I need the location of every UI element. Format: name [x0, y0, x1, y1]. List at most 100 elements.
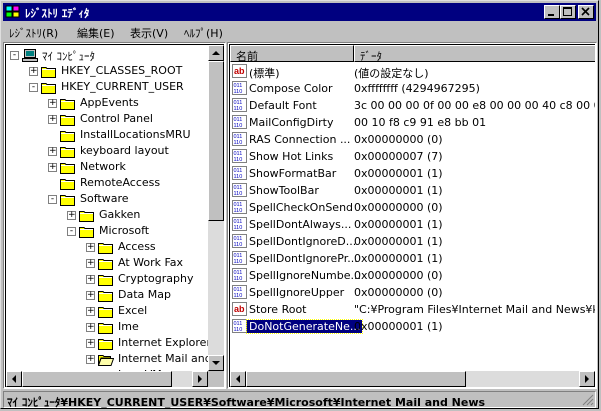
- expand-icon[interactable]: +: [86, 355, 95, 364]
- value-row[interactable]: ab Store Root "C:¥Program Files¥Internet M…: [230, 301, 595, 318]
- tree-node-label: HKEY_CLASSES_ROOT: [61, 64, 183, 77]
- expand-icon[interactable]: +: [86, 243, 95, 252]
- menu-registry[interactable]: ﾚｼﾞｽﾄﾘ(R): [9, 25, 58, 41]
- value-data: 0x00000001 (1): [354, 184, 443, 197]
- maximize-button[interactable]: [560, 5, 576, 19]
- binary-value-icon: 011 110: [232, 285, 247, 299]
- value-name: SpellCheckOnSend: [249, 201, 354, 214]
- tree-horizontal-scrollbar[interactable]: [6, 371, 208, 387]
- value-row[interactable]: 011 110 Show Hot Links 0x00000007 (7): [230, 148, 595, 165]
- folder-icon: [98, 257, 114, 270]
- value-row[interactable]: 011 110 SpellDontIgnoreD... 0x00000001 (1): [230, 233, 595, 250]
- expand-icon[interactable]: +: [86, 339, 95, 348]
- binary-value-icon: 011 110: [232, 132, 247, 146]
- expand-icon[interactable]: +: [86, 291, 95, 300]
- folder-icon: [60, 113, 76, 126]
- menu-view[interactable]: 表示(V): [130, 25, 168, 41]
- value-row[interactable]: 011 110 ShowFormatBar 0x00000001 (1): [230, 165, 595, 182]
- resize-grip-icon[interactable]: [582, 394, 594, 406]
- list-horizontal-scrollbar[interactable]: [230, 371, 595, 387]
- minimize-button[interactable]: [544, 5, 560, 19]
- tree-hscroll-thumb[interactable]: [22, 371, 172, 387]
- tree-vertical-scrollbar[interactable]: [208, 45, 224, 371]
- expand-icon[interactable]: +: [86, 323, 95, 332]
- key-tree-pane[interactable]: - ﾏｲ ｺﾝﾋﾟｭｰﾀ + HKEY_CLASSES_ROOT - HKEY_CURRE…: [3, 42, 226, 389]
- svg-text:110: 110: [234, 276, 243, 282]
- svg-text:ab: ab: [234, 304, 245, 314]
- tree-scroll-left-button[interactable]: [6, 371, 22, 387]
- column-header-name[interactable]: 名前: [230, 45, 354, 63]
- binary-value-icon: 011 110: [232, 217, 247, 231]
- value-data: 0xffffffff (4294967295): [354, 82, 480, 95]
- expand-icon[interactable]: +: [86, 275, 95, 284]
- svg-text:110: 110: [234, 208, 243, 214]
- tree-node-label: Microsoft: [99, 224, 150, 237]
- value-row[interactable]: 011 110 Default Font 3c 00 00 00 0f 00 00 e…: [230, 97, 595, 114]
- expand-icon[interactable]: +: [29, 67, 38, 76]
- value-data: 0x00000001 (1): [354, 167, 443, 180]
- tree-node-label: ﾏｲ ｺﾝﾋﾟｭｰﾀ: [42, 50, 95, 63]
- window-title: ﾚｼﾞｽﾄﾘ ｴﾃﾞｨﾀ: [25, 7, 90, 20]
- collapse-icon[interactable]: -: [48, 195, 57, 204]
- value-row[interactable]: ab (標準) (値の設定なし): [230, 63, 595, 80]
- expand-icon[interactable]: +: [48, 115, 57, 124]
- svg-text:110: 110: [234, 259, 243, 265]
- value-name: DoNotGenerateNe...: [245, 319, 364, 334]
- value-data: 0x00000000 (0): [354, 133, 443, 146]
- tree-scroll-right-button[interactable]: [192, 371, 208, 387]
- expand-icon[interactable]: +: [48, 99, 57, 108]
- title-bar[interactable]: ﾚｼﾞｽﾄﾘ ｴﾃﾞｨﾀ: [3, 3, 596, 21]
- folder-icon: [98, 289, 114, 302]
- value-row[interactable]: 011 110 ShowToolBar 0x00000001 (1): [230, 182, 595, 199]
- svg-text:110: 110: [234, 140, 243, 146]
- expand-icon[interactable]: +: [48, 163, 57, 172]
- tree-node-label: Internet Explorer: [118, 336, 211, 349]
- string-value-icon: ab: [232, 64, 247, 78]
- close-button[interactable]: [578, 5, 594, 19]
- tree-scroll-down-button[interactable]: [208, 355, 224, 371]
- menu-edit[interactable]: 編集(E): [77, 25, 115, 41]
- value-row[interactable]: 011 110 RAS Connection ... 0x00000000 (0): [230, 131, 595, 148]
- column-header-data[interactable]: ﾃﾞｰﾀ: [354, 45, 595, 63]
- tree-node-label: Data Map: [118, 288, 171, 301]
- tree-scroll-up-button[interactable]: [208, 45, 224, 61]
- value-data: 3c 00 00 00 0f 00 00 e8 00 00 00 40 c8 0…: [354, 99, 595, 112]
- collapse-icon[interactable]: -: [67, 227, 76, 236]
- value-row[interactable]: 011 110 SpellCheckOnSend 0x00000000 (0): [230, 199, 595, 216]
- value-list-pane[interactable]: 名前 ﾃﾞｰﾀ ab (標準) (値の設定なし) 011 110 Compose Colo…: [227, 42, 597, 389]
- menu-help[interactable]: ﾍﾙﾌﾟ(H): [184, 25, 223, 41]
- value-row[interactable]: 011 110 DoNotGenerateNe... 0x00000001 (1): [230, 318, 595, 335]
- value-data: 00 10 f8 c9 91 e8 bb 01: [354, 116, 487, 129]
- value-row[interactable]: 011 110 SpellDontIgnorePr... 0x00000001 (1): [230, 250, 595, 267]
- collapse-icon[interactable]: -: [10, 51, 19, 60]
- arrow-right-icon: [198, 375, 202, 383]
- expand-icon[interactable]: +: [86, 307, 95, 316]
- value-row[interactable]: 011 110 MailConfigDirty 00 10 f8 c9 91 e8 b…: [230, 114, 595, 131]
- expand-icon[interactable]: +: [67, 211, 76, 220]
- value-row[interactable]: 011 110 SpellIgnoreUpper 0x00000000 (0): [230, 284, 595, 301]
- list-scroll-left-button[interactable]: [230, 371, 246, 387]
- svg-text:110: 110: [234, 123, 243, 129]
- registry-editor-icon: [5, 5, 20, 18]
- arrow-up-icon: [212, 51, 220, 55]
- list-hscroll-thumb[interactable]: [246, 371, 466, 387]
- value-row[interactable]: 011 110 SpellDontAlways... 0x00000001 (1): [230, 216, 595, 233]
- value-name: SpellIgnoreUpper: [249, 286, 345, 299]
- value-row[interactable]: 011 110 Compose Color 0xffffffff (429496729…: [230, 80, 595, 97]
- value-data: 0x00000001 (1): [354, 218, 443, 231]
- tree-scroll-corner: [208, 371, 224, 387]
- svg-text:110: 110: [234, 225, 243, 231]
- list-scroll-right-button[interactable]: [579, 371, 595, 387]
- arrow-down-icon: [212, 361, 220, 365]
- expand-icon[interactable]: +: [48, 147, 57, 156]
- binary-value-icon: 011 110: [232, 183, 247, 197]
- svg-text:110: 110: [234, 157, 243, 163]
- computer-icon: [22, 49, 38, 62]
- folder-icon: [98, 337, 114, 350]
- svg-text:110: 110: [234, 89, 243, 95]
- value-row[interactable]: 011 110 SpellIgnoreNumbe... 0x00000000 (0): [230, 267, 595, 284]
- tree-node-label: HKEY_CURRENT_USER: [61, 80, 184, 93]
- expand-icon[interactable]: +: [86, 259, 95, 268]
- collapse-icon[interactable]: -: [29, 83, 38, 92]
- tree-scroll-thumb[interactable]: [208, 61, 224, 221]
